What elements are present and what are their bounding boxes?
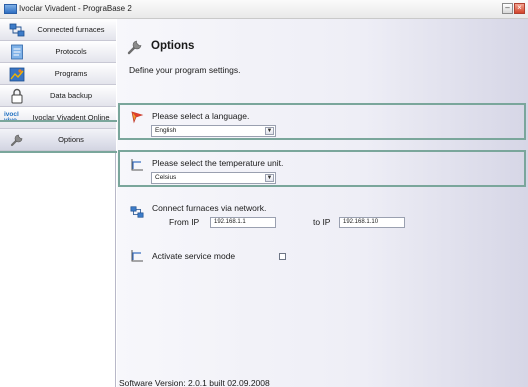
chevron-down-icon[interactable]: ▼ — [265, 127, 274, 135]
connector-line — [0, 151, 117, 153]
temperature-chart-icon — [131, 159, 143, 171]
ivoclar-logo-icon: ivocl vivo — [2, 110, 26, 126]
chevron-down-icon[interactable]: ▼ — [265, 174, 274, 182]
network-icon — [9, 22, 25, 38]
from-ip-value: 192.168.1.1 — [214, 219, 246, 225]
title-bar: Ivoclar Vivadent - PrograBase 2 – × — [0, 0, 528, 19]
sidebar-item-label: Connected furnaces — [37, 25, 105, 34]
sidebar-item-data-backup[interactable]: Data backup — [0, 85, 116, 107]
software-version: Software Version: 2.0.1 built 02.09.2008 — [119, 378, 270, 387]
page-description: Define your program settings. — [129, 65, 241, 75]
lock-icon — [9, 88, 25, 104]
temperature-label: Please select the temperature unit. — [152, 158, 284, 168]
from-ip-label: From IP — [169, 217, 200, 227]
ivoclar-logo-text: ivocl vivo — [4, 111, 19, 124]
sidebar-item-label: Options — [58, 135, 84, 144]
sidebar-item-ivoclar-online[interactable]: ivocl vivo Ivoclar Vivadent Online — [0, 107, 116, 129]
service-chart-icon — [131, 250, 143, 262]
to-ip-input[interactable]: 192.168.1.10 — [339, 217, 405, 228]
sidebar-item-label: Protocols — [55, 47, 87, 56]
document-icon — [9, 44, 25, 60]
sidebar-item-label: Programs — [54, 69, 88, 78]
to-ip-label: to IP — [313, 217, 331, 227]
to-ip-value: 192.168.1.10 — [343, 219, 379, 225]
sidebar: Connected furnaces Protocols Programs Da… — [0, 19, 116, 387]
network-label: Connect furnaces via network. — [152, 203, 267, 213]
flag-icon — [131, 111, 144, 124]
sidebar-item-protocols[interactable]: Protocols — [0, 41, 116, 63]
program-icon — [9, 66, 25, 82]
page-title: Options — [151, 40, 195, 52]
main-panel: Options Define your program settings. Pl… — [117, 19, 528, 387]
temperature-select-value: Celsius — [155, 174, 177, 181]
service-mode-checkbox[interactable] — [279, 253, 286, 260]
sidebar-item-label: Data backup — [49, 91, 93, 100]
sidebar-item-programs[interactable]: Programs — [0, 63, 116, 85]
sidebar-item-connected-furnaces[interactable]: Connected furnaces — [0, 19, 116, 41]
sidebar-item-label: Ivoclar Vivadent Online — [32, 113, 110, 122]
wrench-icon — [127, 40, 142, 55]
minimize-button[interactable]: – — [502, 3, 513, 14]
window-title: Ivoclar Vivadent - PrograBase 2 — [19, 4, 132, 13]
wrench-icon — [9, 132, 25, 148]
language-select[interactable]: English ▼ — [151, 125, 276, 137]
network-icon — [130, 206, 144, 218]
close-button[interactable]: × — [514, 3, 525, 14]
from-ip-input[interactable]: 192.168.1.1 — [210, 217, 276, 228]
connector-line — [0, 120, 117, 122]
app-icon — [4, 4, 17, 14]
language-select-value: English — [155, 127, 177, 134]
sidebar-item-options[interactable]: Options — [0, 129, 116, 151]
service-mode-label: Activate service mode — [152, 251, 236, 261]
temperature-select[interactable]: Celsius ▼ — [151, 172, 276, 184]
language-label: Please select a language. — [152, 111, 250, 121]
